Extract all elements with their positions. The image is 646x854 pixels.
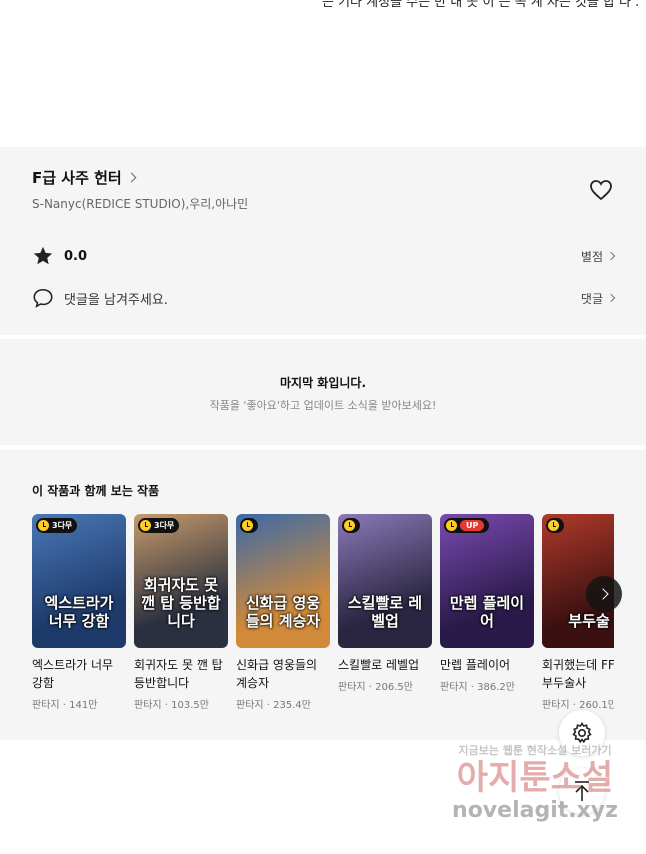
comment-prompt: 댓글을 남겨주세요. [64, 292, 168, 308]
recommendation-card[interactable]: UP 만렙 플레이어 만렙 플레이어 판타지 · 386.2만 [440, 514, 534, 693]
comment-link[interactable]: 댓글 [580, 290, 616, 307]
cover-image: 3다무 회귀자도 못 깬 탑 등반합니다 [134, 514, 228, 648]
clock-icon [242, 520, 253, 531]
settings-button[interactable] [559, 710, 605, 756]
rating-value: 0.0 [64, 248, 88, 264]
site-watermark: 지금보는 웹툰 현작소설 보러가기 아지툰소설 novelagit.xyz [430, 742, 640, 842]
chevron-right-icon [606, 293, 616, 303]
chevron-right-icon [597, 588, 609, 600]
recommendation-card[interactable]: 3다무 엑스트라가 너무 강함 엑스트라가 너무 강함 판타지 · 141만 [32, 514, 126, 711]
comment-row[interactable]: 댓글을 남겨주세요. 댓글 [32, 287, 616, 309]
card-meta: 판타지 · 386.2만 [440, 682, 515, 693]
clock-icon [140, 520, 151, 531]
clock-icon [38, 520, 49, 531]
last-episode-subtitle: 작품을 '좋아요'하고 업데이트 소식을 받아보세요! [209, 399, 437, 412]
cover-image: 스킬빨로 레벨업 [338, 514, 432, 648]
wait-free-badge: 3다무 [138, 518, 180, 533]
watermark-line1: 지금보는 웹툰 현작소설 보러가기 [458, 744, 612, 757]
clock-icon [548, 520, 559, 531]
speech-bubble-icon [33, 288, 53, 308]
cover-title: 엑스트라가 너무 강함 [44, 594, 114, 630]
cover-title: 만렙 플레이어 [449, 594, 525, 630]
card-meta: 판타지 · 206.5만 [338, 682, 413, 693]
card-title: 스킬빨로 레벨업 [338, 658, 420, 672]
star-icon [33, 246, 53, 265]
card-title: 만렙 플레이어 [440, 658, 511, 672]
previous-content-area: 는 기다 계정을 수는 반 내 곳 이 는 곡 계 자는 것을 합 다 . [0, 0, 646, 147]
clock-icon [446, 520, 457, 531]
carousel-next-button[interactable] [586, 576, 622, 612]
wait-free-badge [240, 518, 258, 533]
cover-image: UP 만렙 플레이어 [440, 514, 534, 648]
last-episode-title: 마지막 화입니다. [279, 376, 367, 390]
card-meta: 판타지 · 141만 [32, 700, 98, 711]
gear-icon [572, 722, 592, 744]
work-title: F급 사주 헌터 [32, 169, 122, 187]
card-title: 회귀자도 못 깬 탑 등반합니다 [134, 658, 223, 690]
last-episode-notice: 마지막 화입니다. 작품을 '좋아요'하고 업데이트 소식을 받아보세요! [0, 339, 646, 445]
recommendation-card[interactable]: 스킬빨로 레벨업 스킬빨로 레벨업 판타지 · 206.5만 [338, 514, 432, 693]
work-title-link[interactable]: F급 사주 헌터 [32, 167, 137, 188]
card-title: 회귀했는데 FF급 부두술사 [542, 658, 614, 690]
watermark-line3: novelagit.xyz [452, 798, 618, 823]
card-title: 신화급 영웅들의 계승자 [236, 658, 318, 690]
wait-free-badge [342, 518, 360, 533]
cover-image: 신화급 영웅들의 계승자 [236, 514, 330, 648]
work-authors: S-Nanyc(REDICE STUDIO),우리,아나민 [32, 197, 249, 211]
up-badge: UP [460, 520, 485, 531]
recommendations-carousel: 3다무 엑스트라가 너무 강함 엑스트라가 너무 강함 판타지 · 141만 3… [32, 514, 614, 724]
cover-image: 3다무 엑스트라가 너무 강함 [32, 514, 126, 648]
recommendation-card[interactable]: 신화급 영웅들의 계승자 신화급 영웅들의 계승자 판타지 · 235.4만 [236, 514, 330, 711]
chevron-right-icon [126, 172, 137, 183]
rating-link-label: 별점 [580, 249, 603, 264]
rating-row: 0.0 별점 [32, 245, 616, 267]
comment-link-label: 댓글 [580, 291, 603, 306]
heart-icon[interactable] [589, 179, 613, 201]
cover-title: 스킬빨로 레벨업 [347, 594, 423, 630]
badge-label: 3다무 [52, 521, 73, 530]
card-meta: 판타지 · 103.5만 [134, 700, 209, 711]
arrow-up-icon [575, 781, 589, 801]
card-meta: 판타지 · 260.1만 [542, 700, 614, 711]
cover-title: 회귀자도 못 깬 탑 등반합니다 [141, 576, 221, 630]
card-title: 엑스트라가 너무 강함 [32, 658, 114, 690]
badge-label: 3다무 [154, 521, 175, 530]
recommendations-section: 이 작품과 함께 보는 작품 3다무 엑스트라가 너무 강함 엑스트라가 너무 … [0, 450, 646, 740]
cover-title: 부두술 [568, 612, 610, 630]
cover-title: 신화급 영웅들의 계승자 [245, 594, 321, 630]
work-info-panel: F급 사주 헌터 S-Nanyc(REDICE STUDIO),우리,아나민 0… [0, 147, 646, 335]
recommendations-heading: 이 작품과 함께 보는 작품 [32, 484, 160, 498]
rating-link[interactable]: 별점 [580, 248, 616, 265]
clock-icon [344, 520, 355, 531]
chevron-right-icon [606, 251, 616, 261]
wait-free-badge: 3다무 [36, 518, 78, 533]
wait-free-badge [546, 518, 564, 533]
wait-free-badge: UP [444, 518, 490, 533]
card-meta: 판타지 · 235.4만 [236, 700, 311, 711]
recommendation-card[interactable]: 3다무 회귀자도 못 깬 탑 등반합니다 회귀자도 못 깬 탑 등반합니다 판타… [134, 514, 228, 711]
watermark-line2: 아지툰소설 [456, 758, 614, 798]
cut-off-text: 는 기다 계정을 수는 반 내 곳 이 는 곡 계 자는 것을 합 다 . [322, 0, 640, 10]
recommendation-card[interactable]: 부두술 회귀했는데 FF급 부두술사 판타지 · 260.1만 [542, 514, 614, 711]
scroll-to-top-button[interactable] [559, 768, 605, 814]
